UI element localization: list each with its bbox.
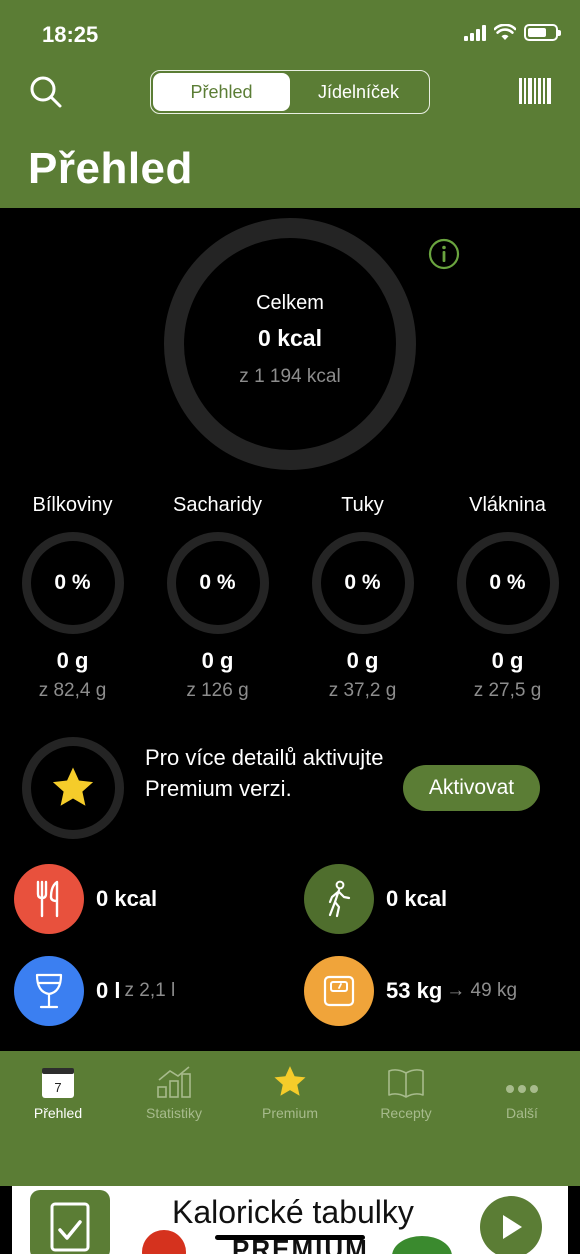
app-header: 18:25 Přehled Jídelníček Přehled xyxy=(0,0,580,208)
macro-grams: 0 g xyxy=(491,648,524,673)
macro-progress-ring: 0 % xyxy=(311,532,414,634)
macro-percent: 0 % xyxy=(54,571,91,594)
more-icon xyxy=(506,1085,538,1093)
glass-icon xyxy=(14,956,84,1026)
tab-label: Premium xyxy=(261,1105,318,1121)
tab-premium[interactable]: Premium xyxy=(240,1061,340,1121)
drink-stat[interactable]: 0 l z 2,1 l xyxy=(14,956,175,1026)
macro-percent: 0 % xyxy=(344,571,381,594)
activity-kcal: 0 kcal xyxy=(386,886,448,911)
info-icon[interactable] xyxy=(428,238,460,270)
macro-tuky: Tuky 0 % 0 g z 37,2 g xyxy=(290,494,435,702)
status-icons xyxy=(464,24,561,41)
macro-progress-ring: 0 % xyxy=(456,532,559,634)
calendar-icon: 7 xyxy=(42,1068,74,1098)
food-stat[interactable]: 0 kcal xyxy=(14,864,157,934)
wifi-icon xyxy=(494,24,516,40)
weight-target: → 49 kg xyxy=(446,980,518,1001)
calendar-day: 7 xyxy=(54,1080,61,1095)
segment-jidelnicek[interactable]: Jídelníček xyxy=(290,73,427,111)
battery-icon xyxy=(524,24,561,41)
premium-ring xyxy=(22,737,124,839)
activity-stat[interactable]: 0 kcal xyxy=(304,864,447,934)
macro-progress-ring: 0 % xyxy=(166,532,269,634)
macro-name: Sacharidy xyxy=(173,494,262,516)
macro-grams: 0 g xyxy=(346,648,379,673)
home-indicator xyxy=(215,1235,365,1240)
barcode-icon[interactable] xyxy=(518,76,552,106)
food-kcal: 0 kcal xyxy=(96,886,158,911)
macro-percent: 0 % xyxy=(199,571,236,594)
cellular-signal-icon xyxy=(464,24,486,41)
weight-current: 53 kg xyxy=(386,978,443,1003)
macro-name: Vláknina xyxy=(469,494,546,516)
search-icon[interactable] xyxy=(28,74,64,110)
greens-image xyxy=(392,1236,452,1254)
calorie-goal: z 1 194 kcal xyxy=(239,366,341,387)
star-icon xyxy=(52,767,94,806)
tab-recepty[interactable]: Recepty xyxy=(356,1061,456,1121)
calorie-total-value: 0 kcal xyxy=(258,325,322,351)
macro-goal: z 126 g xyxy=(186,680,249,701)
scale-icon xyxy=(304,956,374,1026)
tab-label: Recepty xyxy=(380,1105,432,1121)
tab-prehled[interactable]: 7 Přehled xyxy=(8,1061,108,1121)
chart-icon xyxy=(157,1066,191,1098)
macro-goal: z 37,2 g xyxy=(328,680,397,701)
walking-icon xyxy=(304,864,374,934)
tab-label: Statistiky xyxy=(145,1105,202,1121)
macro-grams: 0 g xyxy=(56,648,89,673)
star-icon xyxy=(274,1066,306,1096)
macro-vlaknina: Vláknina 0 % 0 g z 27,5 g xyxy=(435,494,580,702)
segment-prehled[interactable]: Přehled xyxy=(153,73,290,111)
calorie-summary: Celkem 0 kcal z 1 194 kcal xyxy=(164,292,416,388)
tomato-image xyxy=(142,1230,186,1254)
tab-label: Další xyxy=(506,1105,538,1121)
drink-value: 0 l xyxy=(96,978,121,1003)
fork-knife-icon xyxy=(14,864,84,934)
app-logo xyxy=(30,1190,110,1254)
tab-dalsi[interactable]: Další xyxy=(472,1061,572,1121)
status-time: 18:25 xyxy=(42,22,99,47)
tab-bar: 7 Přehled Statistiky Premium Recepty Dal… xyxy=(0,1051,580,1186)
macro-name: Bílkoviny xyxy=(32,494,113,516)
tab-statistiky[interactable]: Statistiky xyxy=(124,1061,224,1121)
page-title: Přehled xyxy=(28,144,193,193)
macro-percent: 0 % xyxy=(489,571,526,594)
drink-goal: z 2,1 l xyxy=(124,980,176,1001)
macro-goal: z 82,4 g xyxy=(38,680,107,701)
macro-bilkoviny: Bílkoviny 0 % 0 g z 82,4 g xyxy=(0,494,145,702)
premium-promo-text: Pro více detailů aktivujte Premium verzi… xyxy=(145,745,384,801)
macro-goal: z 27,5 g xyxy=(473,680,542,701)
calorie-total-label: Celkem xyxy=(256,292,324,314)
book-icon xyxy=(388,1069,424,1098)
play-icon[interactable] xyxy=(480,1196,542,1254)
tab-label: Přehled xyxy=(33,1105,83,1121)
weight-stat[interactable]: 53 kg → 49 kg xyxy=(304,956,517,1026)
ad-banner[interactable]: Kalorické tabulky PREMIUM xyxy=(12,1186,568,1254)
activate-premium-button[interactable]: Aktivovat xyxy=(403,765,540,811)
macro-sacharidy: Sacharidy 0 % 0 g z 126 g xyxy=(145,494,290,702)
macro-grams: 0 g xyxy=(201,648,234,673)
banner-title: Kalorické tabulky xyxy=(172,1194,414,1230)
macro-name: Tuky xyxy=(341,494,384,516)
view-segmented-control: Přehled Jídelníček xyxy=(150,70,430,114)
macro-progress-ring: 0 % xyxy=(21,532,124,634)
